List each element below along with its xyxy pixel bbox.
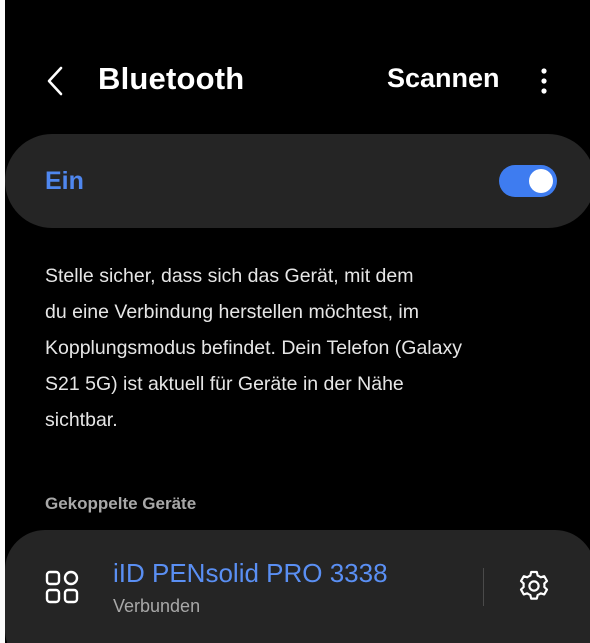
chevron-left-icon — [47, 66, 63, 96]
info-line: S21 5G) ist aktuell für Geräte in der Nä… — [45, 373, 404, 395]
bluetooth-settings-screen: Bluetooth Scannen Ein Stelle sicher, das… — [5, 0, 590, 643]
device-status: Verbunden — [113, 596, 201, 616]
back-button[interactable] — [43, 63, 71, 99]
switch-knob — [529, 169, 553, 193]
device-name[interactable]: iID PENsolid PRO 3338 — [113, 558, 388, 589]
device-grid-icon — [43, 568, 81, 606]
more-options-button[interactable] — [532, 65, 556, 97]
toggle-label: Ein — [45, 167, 84, 195]
pairing-info-text: Stelle sicher, dass sich das Gerät, mit … — [45, 258, 565, 438]
info-line: sichtbar. — [45, 409, 118, 431]
vertical-divider — [483, 568, 484, 606]
app-bar: Bluetooth Scannen — [5, 55, 590, 107]
paired-device-item[interactable]: iID PENsolid PRO 3338 Verbunden — [5, 530, 590, 643]
bluetooth-switch[interactable] — [499, 165, 557, 197]
bluetooth-toggle-row[interactable]: Ein — [5, 134, 590, 228]
more-vertical-icon — [541, 68, 547, 94]
scan-button[interactable]: Scannen — [387, 63, 500, 94]
paired-devices-header: Gekoppelte Geräte — [45, 494, 197, 513]
device-settings-button[interactable] — [516, 568, 552, 604]
info-line: Stelle sicher, dass sich das Gerät, mit … — [45, 265, 414, 287]
info-line: Kopplungsmodus befindet. Dein Telefon (G… — [45, 337, 462, 359]
gear-icon — [519, 570, 549, 600]
page-title: Bluetooth — [98, 61, 245, 96]
info-line: du eine Verbindung herstellen möchtest, … — [45, 301, 419, 323]
